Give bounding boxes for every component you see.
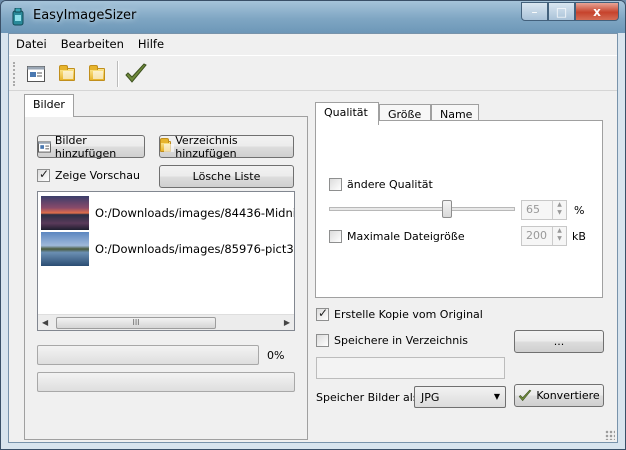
close-icon: x [593, 4, 601, 19]
toolbar-image-list-button[interactable] [23, 61, 49, 87]
quality-spinbox[interactable]: 65 ▲ ▼ [521, 200, 567, 220]
checkmark-icon [519, 389, 532, 401]
browse-folder-button[interactable]: ... [514, 330, 604, 353]
list-item[interactable]: O:/Downloads/images/85976-pict324 [41, 232, 295, 266]
change-quality-label: ändere Qualität [347, 178, 433, 191]
toolbar-output-folder-button[interactable] [84, 61, 110, 87]
folder-icon [160, 138, 175, 152]
filesize-unit: kB [572, 230, 586, 243]
add-folder-label: Verzeichnis hinzufügen [175, 133, 238, 160]
save-as-label: Speicher Bilder als: [316, 391, 423, 404]
image-list-icon [27, 66, 45, 82]
menu-bar: Datei Bearbeiten Hilfe [9, 34, 617, 54]
filesize-spinbox[interactable]: 200 ▲ ▼ [521, 226, 567, 246]
file-path: O:/Downloads/images/84436-Midnig [95, 206, 295, 220]
list-item[interactable]: O:/Downloads/images/84436-Midnig [41, 196, 295, 230]
menu-bearbeiten[interactable]: Bearbeiten [54, 34, 131, 54]
save-in-folder-checkbox[interactable]: Speichere in Verzeichnis [316, 334, 468, 347]
tab-bilder[interactable]: Bilder [24, 94, 74, 117]
app-window: EasyImageSizer – □ x Datei Bearbeiten Hi… [0, 0, 626, 450]
toolbar [9, 55, 617, 91]
format-select[interactable]: JPG ▼ [414, 386, 506, 408]
folder-icon [89, 64, 105, 81]
toolbar-open-folder-button[interactable] [54, 61, 80, 87]
scroll-right-icon[interactable]: ▶ [284, 318, 290, 327]
checkbox-box[interactable] [329, 230, 342, 243]
max-filesize-checkbox[interactable]: Maximale Dateigröße [329, 230, 465, 243]
change-quality-checkbox[interactable]: ändere Qualität [329, 178, 433, 191]
image-thumbnail [41, 232, 89, 266]
scrollbar-thumb[interactable]: III [56, 317, 216, 329]
toolbar-grip[interactable] [13, 62, 16, 86]
checkbox-box[interactable] [37, 167, 50, 182]
checkbox-box[interactable] [329, 178, 342, 191]
title-bar[interactable]: EasyImageSizer – □ x [1, 1, 625, 33]
max-filesize-label: Maximale Dateigröße [347, 230, 465, 243]
clear-list-label: Lösche Liste [192, 170, 261, 183]
add-images-label: Bilder hinzufügen [54, 133, 117, 160]
format-value: JPG [421, 391, 440, 404]
toolbar-convert-button[interactable] [123, 61, 149, 87]
progress-percent: 0% [267, 349, 285, 362]
maximize-button[interactable]: □ [548, 2, 575, 21]
browse-label: ... [553, 335, 565, 348]
minimize-button[interactable]: – [521, 2, 548, 21]
convert-button[interactable]: Konvertiere [514, 384, 604, 407]
folder-icon [59, 64, 75, 81]
show-preview-checkbox[interactable]: Zeige Vorschau [37, 167, 140, 182]
toolbar-separator [117, 61, 119, 87]
window-title: EasyImageSizer [33, 8, 137, 23]
show-preview-label: Zeige Vorschau [55, 169, 140, 182]
add-images-button[interactable]: Bilder hinzufügen [37, 133, 145, 160]
minimize-icon: – [531, 4, 538, 19]
app-icon [12, 8, 24, 26]
convert-label: Konvertiere [536, 389, 600, 402]
image-thumbnail [41, 196, 89, 230]
resize-grip-icon[interactable] [605, 430, 615, 440]
quality-slider-track[interactable] [329, 207, 515, 211]
chevron-down-icon: ▼ [493, 392, 500, 401]
checkmark-icon [125, 63, 147, 83]
create-copy-checkbox[interactable]: Erstelle Kopie vom Original [316, 306, 483, 321]
save-in-folder-label: Speichere in Verzeichnis [334, 334, 468, 347]
clear-list-button[interactable]: Lösche Liste [159, 165, 294, 188]
horizontal-scrollbar[interactable]: ◀ III ▶ [38, 314, 294, 330]
checkbox-box[interactable] [316, 306, 329, 321]
spin-arrows-icon[interactable]: ▲ ▼ [552, 201, 566, 219]
image-list-icon [38, 140, 51, 153]
image-file-list[interactable]: O:/Downloads/images/84436-Midnig O:/Down… [37, 191, 295, 331]
tab-qualitaet[interactable]: Qualität [315, 102, 379, 125]
menu-hilfe[interactable]: Hilfe [131, 34, 171, 54]
scroll-left-icon[interactable]: ◀ [42, 318, 48, 327]
file-progress-bar [37, 345, 259, 365]
file-path: O:/Downloads/images/85976-pict324 [95, 242, 295, 256]
quality-slider-thumb[interactable] [442, 200, 452, 218]
client-area: Datei Bearbeiten Hilfe Bilder Bilder hin… [8, 33, 618, 443]
checkbox-box[interactable] [316, 334, 329, 347]
filesize-value: 200 [526, 229, 547, 242]
close-button[interactable]: x [575, 2, 619, 21]
add-folder-button[interactable]: Verzeichnis hinzufügen [159, 133, 294, 160]
spin-arrows-icon[interactable]: ▲ ▼ [552, 227, 566, 245]
output-folder-field[interactable] [316, 357, 505, 379]
quality-unit: % [574, 204, 585, 217]
maximize-icon: □ [555, 4, 568, 19]
menu-datei[interactable]: Datei [9, 34, 54, 54]
quality-value: 65 [526, 203, 540, 216]
total-progress-bar [37, 372, 295, 392]
create-copy-label: Erstelle Kopie vom Original [334, 308, 483, 321]
